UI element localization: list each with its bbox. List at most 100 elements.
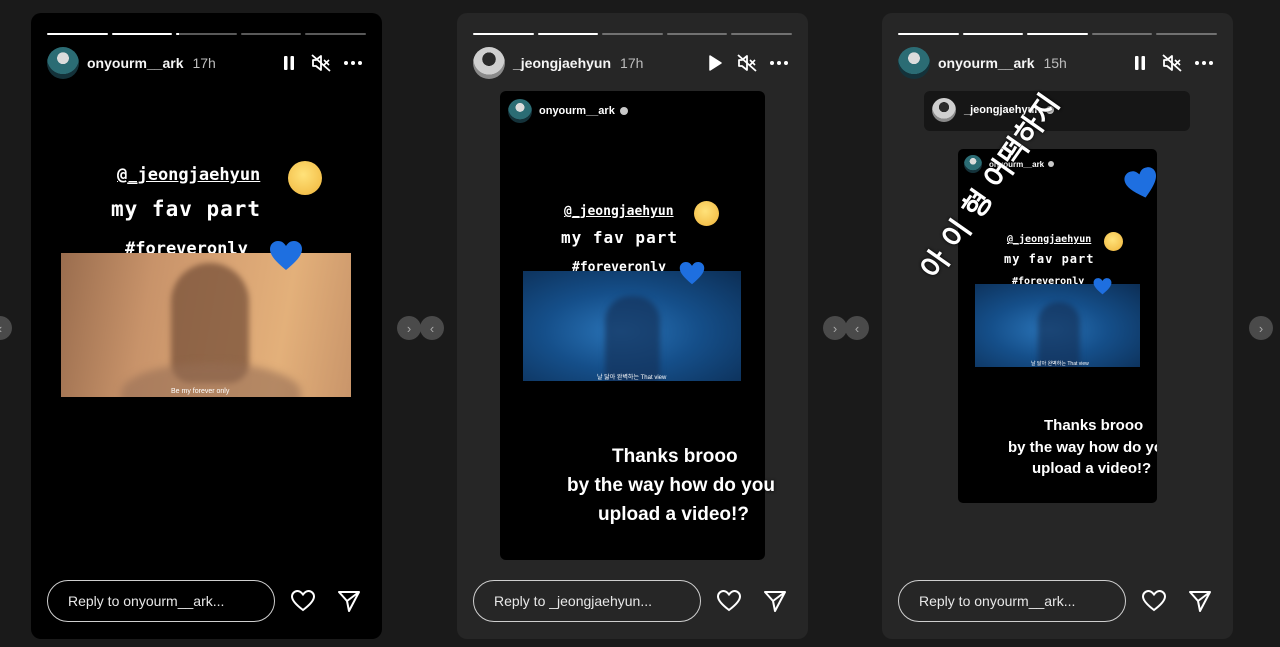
progress-segment [1091, 33, 1153, 35]
avatar [932, 98, 956, 122]
message-line: Thanks brooo [1044, 417, 1144, 434]
username[interactable]: onyourm__ark [938, 55, 1034, 71]
send-icon [764, 591, 787, 612]
video-frame: 날 닮아 완벽하는 That view [975, 284, 1140, 367]
mute-button[interactable] [1159, 50, 1185, 76]
send-icon [1189, 591, 1212, 612]
video-subtitle: 날 닮아 완벽하는 That view [597, 375, 667, 381]
send-icon [338, 591, 361, 612]
pleading-face-emoji [1104, 232, 1123, 251]
more-options-button[interactable] [1191, 50, 1217, 76]
timestamp: 15h [1043, 55, 1067, 71]
story-text: my fav part [111, 197, 262, 221]
pause-button[interactable] [1127, 50, 1153, 76]
story-card[interactable]: onyourm__ark 17h @_jeongjaehyun my fav p… [31, 13, 382, 639]
like-button[interactable] [287, 584, 321, 618]
story-card[interactable]: _jeongjaehyun 17h onyourm__ark @_jeongja… [457, 13, 808, 639]
timestamp: 17h [620, 55, 644, 71]
message-line: upload a video!? [1032, 460, 1152, 477]
chevron-left-icon: ‹ [429, 320, 435, 336]
speaker-muted-icon [1162, 54, 1182, 72]
chevron-left-icon: ‹ [0, 321, 2, 336]
more-icon [770, 61, 788, 65]
silhouette [1038, 302, 1080, 367]
story-footer: Reply to onyourm__ark... [47, 579, 366, 623]
username[interactable]: onyourm__ark [87, 55, 183, 71]
mention-sticker[interactable]: @_jeongjaehyun [117, 165, 260, 185]
play-button[interactable] [702, 50, 728, 76]
progress-segment [47, 33, 108, 35]
message-line: Thanks brooo [612, 446, 738, 467]
more-icon [344, 61, 362, 65]
story-footer: Reply to onyourm__ark... [898, 579, 1217, 623]
heart-icon [291, 590, 316, 612]
more-icon [1195, 61, 1213, 65]
shared-username: onyourm__ark [539, 105, 615, 117]
more-options-button[interactable] [766, 50, 792, 76]
progress-segment [537, 33, 599, 35]
username[interactable]: _jeongjaehyun [513, 55, 611, 71]
reply-input[interactable]: Reply to onyourm__ark... [898, 580, 1126, 622]
chevron-right-icon: › [406, 320, 412, 336]
video-subtitle: Be my forever only [171, 388, 230, 395]
story-progress [898, 33, 1217, 35]
mute-button[interactable] [308, 50, 334, 76]
message-line: by the way how do you [567, 475, 775, 496]
like-button[interactable] [1138, 584, 1172, 618]
share-button[interactable] [1183, 584, 1217, 618]
share-button[interactable] [332, 584, 366, 618]
progress-segment [1156, 33, 1217, 35]
next-story-arrow[interactable]: › [1249, 316, 1273, 340]
progress-segment [898, 33, 959, 35]
video-subtitle: 날 닮아 완벽하는 That view [1031, 361, 1089, 367]
like-button[interactable] [713, 584, 747, 618]
avatar[interactable] [47, 47, 79, 79]
share-button[interactable] [758, 584, 792, 618]
progress-segment [1027, 33, 1088, 35]
play-icon [709, 55, 722, 71]
avatar[interactable] [898, 47, 930, 79]
pause-button[interactable] [276, 50, 302, 76]
pause-icon [284, 56, 294, 70]
story-footer: Reply to _jeongjaehyun... [473, 579, 792, 623]
story-progress [473, 33, 792, 35]
avatar [508, 99, 532, 123]
story-header: onyourm__ark 17h [47, 47, 366, 79]
pause-icon [1135, 56, 1145, 70]
progress-segment [176, 33, 237, 35]
previous-story-arrow[interactable]: ‹ [0, 316, 12, 340]
message-line: upload a video!? [598, 504, 749, 525]
progress-segment [602, 33, 663, 35]
story-header: _jeongjaehyun 17h [473, 47, 792, 79]
reply-input[interactable]: Reply to onyourm__ark... [47, 580, 275, 622]
blue-heart-emoji [1124, 167, 1156, 198]
pleading-face-emoji [288, 161, 322, 195]
mention-sticker: @_jeongjaehyun [564, 204, 674, 219]
previous-story-arrow[interactable]: ‹ [845, 316, 869, 340]
chevron-left-icon: ‹ [854, 320, 860, 336]
progress-segment [731, 33, 792, 35]
story-text: my fav part [1004, 252, 1095, 266]
video-frame[interactable]: Be my forever only [61, 253, 351, 397]
verified-icon [619, 107, 628, 115]
progress-segment [305, 33, 366, 35]
progress-segment [962, 33, 1024, 35]
previous-story-arrow[interactable]: ‹ [420, 316, 444, 340]
speaker-muted-icon [311, 54, 331, 72]
story-progress [47, 33, 366, 35]
story-text: my fav part [561, 228, 678, 247]
more-options-button[interactable] [340, 50, 366, 76]
next-story-arrow[interactable]: › [397, 316, 421, 340]
speaker-muted-icon [737, 54, 757, 72]
reply-input[interactable]: Reply to _jeongjaehyun... [473, 580, 701, 622]
progress-segment [111, 33, 173, 35]
shared-story-header: onyourm__ark [508, 99, 628, 123]
timestamp: 17h [192, 55, 216, 71]
silhouette [605, 296, 660, 381]
story-card[interactable]: onyourm__ark 15h _jeongjaehyun onyourm__… [882, 13, 1233, 639]
mute-button[interactable] [734, 50, 760, 76]
next-story-arrow[interactable]: › [823, 316, 847, 340]
progress-segment [240, 33, 302, 35]
avatar[interactable] [473, 47, 505, 79]
message-line: by the way how do you [1008, 439, 1157, 456]
